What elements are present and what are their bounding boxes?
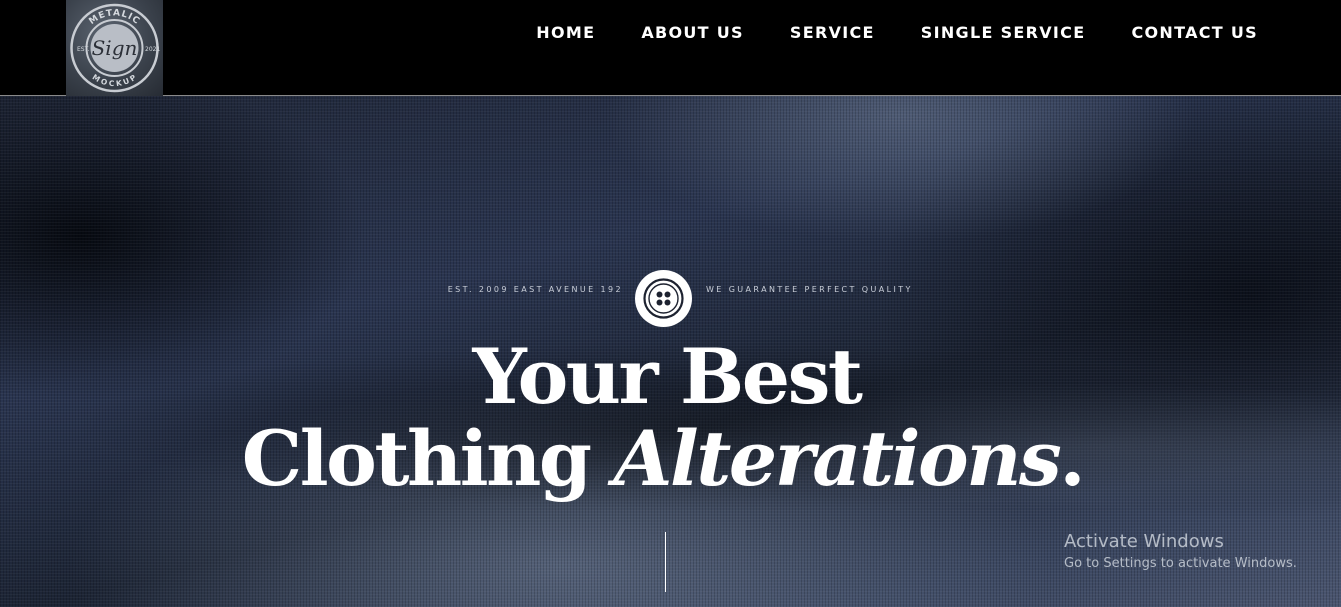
watermark-subtitle: Go to Settings to activate Windows.	[1064, 556, 1297, 571]
nav-single-service[interactable]: SINGLE SERVICE	[921, 22, 1086, 46]
headline-period: .	[1059, 414, 1085, 503]
nav-contact-us[interactable]: CONTACT US	[1131, 22, 1258, 46]
site-header: METALIC MOCKUP Sign EST. 2021 HOME ABOUT…	[0, 0, 1341, 96]
logo-left-text: EST.	[77, 46, 90, 53]
svg-text:MOCKUP: MOCKUP	[91, 72, 139, 88]
headline-italic-word: Alterations	[613, 414, 1061, 503]
button-icon	[635, 270, 692, 327]
nav-service[interactable]: SERVICE	[790, 22, 875, 46]
windows-activation-watermark: Activate Windows Go to Settings to activ…	[1064, 531, 1297, 574]
logo-center-text: Sign	[92, 36, 138, 60]
nav-home[interactable]: HOME	[536, 22, 595, 46]
scroll-divider-line	[665, 532, 666, 592]
site-logo[interactable]: METALIC MOCKUP Sign EST. 2021	[66, 0, 163, 96]
main-nav: HOME ABOUT US SERVICE SINGLE SERVICE CON…	[536, 22, 1258, 46]
watermark-title: Activate Windows	[1064, 531, 1224, 552]
tagline-right: WE GUARANTEE PERFECT QUALITY	[706, 285, 913, 294]
logo-bottom-text: MOCKUP	[91, 72, 138, 88]
hero-section: EST. 2009 EAST AVENUE 192 WE GUARANTEE P…	[0, 96, 1341, 607]
headline-line-1: Your Best	[472, 332, 863, 421]
tagline-left: EST. 2009 EAST AVENUE 192	[447, 285, 623, 294]
nav-about-us[interactable]: ABOUT US	[641, 22, 744, 46]
headline-plain-word: Clothing	[241, 414, 592, 503]
headline-line-2: Clothing Alterations.	[0, 414, 1333, 504]
logo-emblem: METALIC MOCKUP Sign EST. 2021	[70, 3, 160, 93]
logo-right-text: 2021	[145, 46, 160, 53]
